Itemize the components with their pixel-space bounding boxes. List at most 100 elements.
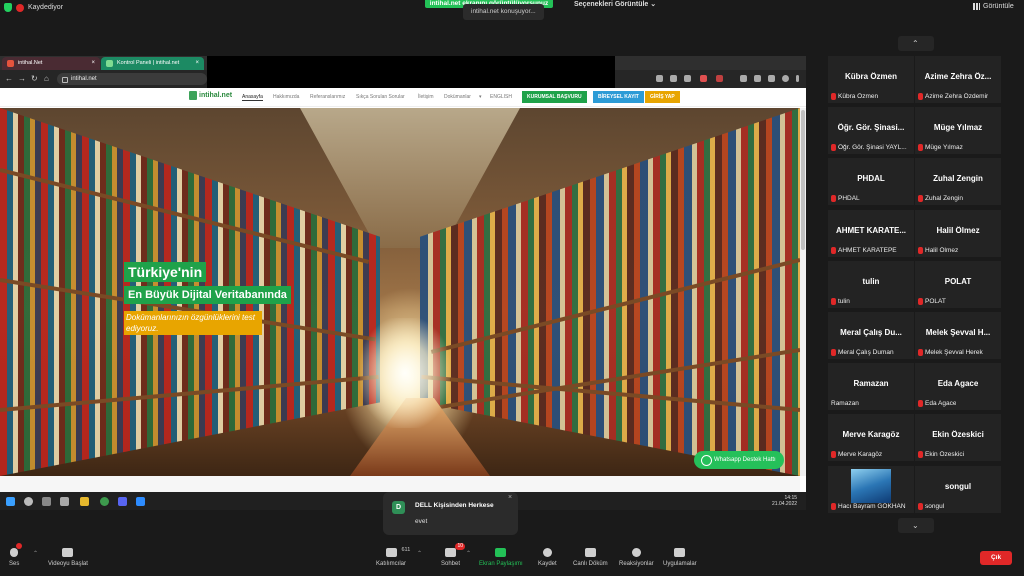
view-button[interactable]: Görüntüle (973, 3, 1014, 10)
close-icon[interactable]: × (508, 494, 512, 501)
chevron-up-icon[interactable]: ⌃ (33, 550, 38, 557)
close-icon[interactable]: × (91, 57, 95, 70)
share-screen-button[interactable]: Ekran Paylaşımı (479, 548, 523, 567)
extension-icon[interactable] (740, 75, 747, 82)
task-view-icon[interactable] (42, 497, 51, 506)
participant-tile[interactable]: Eda Agace Eda Agace (915, 363, 1001, 411)
participant-tile[interactable]: Meral Çalış Du... Meral Çalış Duman (828, 312, 914, 359)
chrome-icon[interactable] (100, 497, 109, 506)
reload-icon[interactable]: ↻ (31, 74, 38, 83)
participant-label-text: PHDAL (838, 195, 860, 203)
more-menu-icon[interactable] (796, 75, 799, 82)
participant-tile[interactable]: Ramazan Ramazan (828, 363, 914, 411)
star-icon[interactable] (684, 75, 691, 82)
participant-tile[interactable]: Merve Karagöz Merve Karagöz (828, 414, 914, 462)
file-explorer-icon[interactable] (80, 497, 89, 506)
chat-button[interactable]: 10 Sohbet (441, 543, 466, 567)
participant-name: POLAT (944, 276, 972, 286)
participant-label: Hacı Bayram GÖKHAN (831, 502, 906, 510)
widgets-icon[interactable] (60, 497, 69, 506)
whatsapp-support-button[interactable]: Whatsapp Destek Hattı (694, 451, 784, 469)
nav-link-documents[interactable]: Dokümanlar (444, 94, 471, 100)
nav-link-english[interactable]: ENGLISH (490, 94, 512, 100)
corporate-application-button[interactable]: KURUMSAL BAŞVURU (522, 91, 587, 103)
url-field[interactable]: intihal.net (57, 73, 207, 85)
reactions-button[interactable]: Reaksiyonlar (619, 548, 654, 567)
live-transcript-button[interactable]: Canlı Döküm (573, 548, 608, 567)
participant-tile[interactable]: Ekin Özeskici Ekin Özeskici (915, 414, 1001, 462)
chevron-up-icon[interactable]: ⌃ (466, 550, 471, 557)
participant-tile[interactable]: Halil Ölmez Halil Ölmez (915, 209, 1001, 257)
muted-mic-icon (831, 246, 836, 254)
puzzle-icon[interactable] (754, 75, 761, 82)
participant-name: Meral Çalış Du... (840, 328, 902, 337)
participant-name: PHDAL (857, 174, 885, 184)
app-icon[interactable] (118, 497, 127, 506)
participant-label-text: Zuhal Zengin (925, 195, 963, 203)
site-logo[interactable]: intihal.net (189, 91, 232, 100)
participant-label-text: Merve Karagöz (838, 451, 883, 459)
zoom-icon[interactable] (656, 75, 663, 82)
site-favicon-icon (7, 60, 14, 67)
participant-tile[interactable]: PHDAL PHDAL (828, 158, 914, 206)
taskbar-clock[interactable]: 14:15 21.04.2022 (772, 495, 797, 507)
chat-notification[interactable]: D DELL Kişisinden Herkese evet × (383, 492, 518, 535)
home-icon[interactable]: ⌂ (44, 74, 49, 83)
close-icon[interactable]: × (195, 57, 199, 70)
record-button[interactable]: Kaydet (538, 548, 557, 567)
participant-tile[interactable]: Kübra Özmen Kübra Özmen (828, 56, 914, 103)
apps-button[interactable]: Uygulamalar (663, 548, 697, 567)
participant-tile[interactable]: Müge Yılmaz Müge Yılmaz (915, 107, 1001, 155)
gallery-next-button[interactable]: ⌄ (898, 518, 934, 533)
sender-avatar: D (392, 501, 405, 514)
profile-avatar[interactable] (782, 75, 789, 82)
chevron-up-icon[interactable]: ⌃ (417, 550, 422, 557)
browser-tab-control-panel[interactable]: Kontrol Paneli | intihal.net × (101, 57, 204, 70)
participants-button[interactable]: 611 Katılımcılar (376, 547, 410, 567)
participant-tile[interactable]: POLAT POLAT (915, 260, 1001, 308)
scrollbar-thumb[interactable] (801, 110, 805, 250)
search-icon[interactable] (24, 497, 33, 506)
participants-icon: 611 (385, 547, 410, 557)
participant-tile[interactable]: Öğr. Gör. Şinasi... Öğr. Gör. Şinasi YAYL… (828, 107, 914, 155)
nav-link-about[interactable]: Hakkımızda (273, 94, 299, 100)
zoom-app-icon[interactable] (136, 497, 145, 506)
participant-tile[interactable]: tulin tulin (828, 260, 914, 308)
back-arrow-icon[interactable]: ← (5, 74, 13, 83)
extension-icon[interactable] (716, 75, 723, 82)
participant-label: Müge Yılmaz (918, 144, 963, 152)
clock-date: 21.04.2022 (772, 501, 798, 507)
security-shield-icon[interactable] (4, 3, 12, 12)
nav-link-home[interactable]: Anasayfa (242, 94, 263, 101)
recording-indicator[interactable]: Kaydediyor (4, 3, 63, 12)
participant-tile[interactable]: Azime Zehra Öz... Azime Zehra Özdemir (915, 56, 1001, 103)
share-icon[interactable] (670, 75, 677, 82)
participant-tile[interactable]: Hacı Bayram GÖKHAN (828, 465, 914, 513)
view-options-dropdown[interactable]: Seçenekleri Görüntüle ⌄ (574, 0, 656, 8)
participant-tile[interactable]: AHMET KARATE... AHMET KARATEPE (828, 209, 914, 257)
login-button[interactable]: GİRİŞ YAP (645, 91, 680, 103)
participant-tile[interactable]: songul songul (915, 465, 1001, 513)
apps-icon (674, 548, 686, 557)
forward-arrow-icon[interactable]: → (18, 74, 26, 83)
participant-tile[interactable]: Zuhal Zengin Zuhal Zengin (915, 158, 1001, 206)
sidebar-icon[interactable] (768, 75, 775, 82)
share-screen-label: Ekran Paylaşımı (479, 561, 523, 567)
audio-button[interactable]: Ses (9, 543, 23, 567)
muted-mic-icon (918, 349, 923, 356)
nav-link-references[interactable]: Referanslarımız (310, 94, 345, 100)
extension-icon[interactable] (700, 75, 707, 82)
participant-tile[interactable]: Melek Şevval H... Melek Şevval Herek (915, 312, 1001, 359)
nav-link-contact[interactable]: İletişim (418, 94, 434, 100)
gallery-prev-button[interactable]: ⌃ (898, 36, 934, 51)
nav-link-faq[interactable]: Sıkça Sorulan Sorular (356, 94, 405, 100)
muted-mic-icon (918, 451, 923, 459)
participant-label: PHDAL (831, 195, 860, 203)
chevron-up-icon: ⌃ (912, 39, 919, 48)
participant-name: Ramazan (853, 379, 889, 389)
individual-register-button[interactable]: BİREYSEL KAYIT (593, 91, 644, 103)
leave-meeting-button[interactable]: Çık (980, 551, 1012, 565)
browser-tab-intihal[interactable]: intihal.Net × (2, 57, 100, 70)
start-video-button[interactable]: Videoyu Başlat (48, 548, 88, 567)
windows-start-icon[interactable] (6, 497, 15, 506)
